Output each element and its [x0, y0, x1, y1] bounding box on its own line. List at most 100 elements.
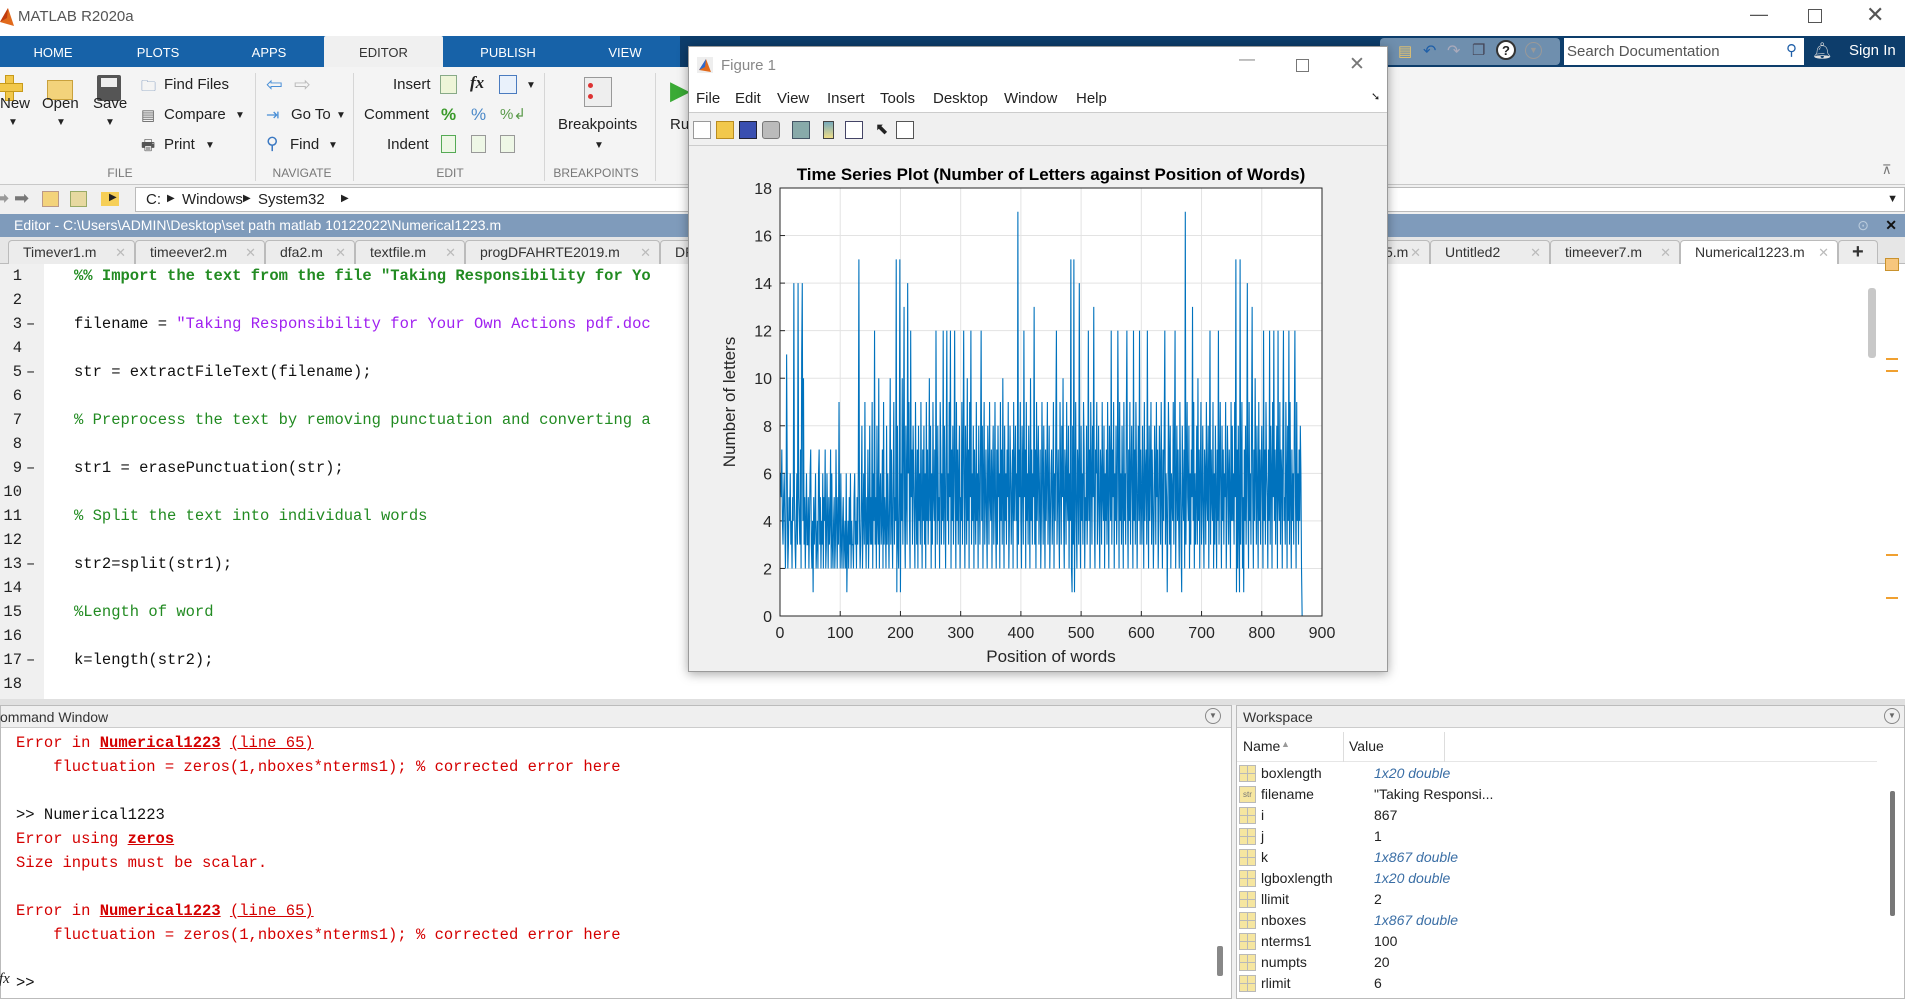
close-tab-icon[interactable]: ✕ — [445, 241, 456, 264]
breakpoints-button[interactable]: Breakpoints — [558, 116, 637, 133]
close-tab-icon[interactable]: ✕ — [1410, 241, 1421, 264]
find-files-button[interactable]: Find Files — [164, 76, 229, 93]
forward-icon[interactable]: ➡ — [14, 188, 29, 209]
menu-file[interactable]: File — [696, 90, 720, 107]
minimize-button[interactable]: — — [1750, 4, 1768, 25]
undo-icon[interactable]: ↶ — [1423, 41, 1436, 61]
path-segment-windows[interactable]: Windows — [182, 191, 243, 208]
save-figure-icon[interactable] — [739, 121, 757, 139]
tab-editor[interactable]: EDITOR — [324, 36, 443, 67]
workspace-variable-row[interactable]: nterms1 100 — [1237, 931, 1837, 952]
breakpoints-icon[interactable] — [584, 77, 612, 107]
up-folder-icon[interactable] — [42, 191, 59, 207]
insert-function-icon[interactable]: fx — [470, 73, 484, 93]
run-button[interactable]: Ru — [670, 116, 689, 133]
compare-dropdown[interactable]: ▼ — [235, 110, 245, 121]
menu-help[interactable]: Help — [1076, 90, 1107, 107]
editor-tab[interactable]: progDFAHRTE2019.m ✕ — [465, 240, 660, 264]
find-dropdown[interactable]: ▼ — [328, 140, 338, 151]
close-tab-icon[interactable]: ✕ — [1530, 241, 1541, 264]
help-icon[interactable]: ? — [1496, 40, 1516, 60]
figure-maximize-button[interactable] — [1296, 59, 1309, 72]
workspace-variable-row[interactable]: k 1x867 double — [1237, 847, 1837, 868]
error-link[interactable]: Numerical1223 — [100, 734, 221, 752]
tab-plots[interactable]: PLOTS — [115, 36, 201, 67]
comment-icon[interactable]: % — [441, 105, 456, 125]
insert-fi-icon[interactable] — [499, 75, 517, 94]
back-arrow-icon[interactable]: ⇦ — [266, 72, 283, 97]
function-browser-icon[interactable]: fx — [0, 971, 10, 988]
close-tab-icon[interactable]: ✕ — [245, 241, 256, 264]
go-to-button[interactable]: Go To — [291, 106, 331, 123]
wrap-comments-icon[interactable]: %↲ — [500, 105, 526, 123]
new-dropdown[interactable]: ▼ — [8, 117, 18, 128]
editor-tab[interactable]: dfa2.m ✕ — [265, 240, 355, 264]
editor-tab[interactable]: textfile.m ✕ — [355, 240, 465, 264]
workspace-variable-row[interactable]: numpts 20 — [1237, 952, 1837, 973]
error-link[interactable]: Numerical1223 — [100, 902, 221, 920]
switch-windows-icon[interactable]: ❐ — [1472, 41, 1485, 59]
tab-home[interactable]: HOME — [10, 36, 96, 67]
open-button[interactable]: Open — [42, 95, 79, 112]
browse-folder-icon[interactable] — [70, 191, 87, 207]
search-documentation-input[interactable]: Search Documentation ⚲ — [1564, 38, 1804, 65]
save-button[interactable]: Save — [93, 95, 127, 112]
menu-window[interactable]: Window — [1004, 90, 1057, 107]
print-dropdown[interactable]: ▼ — [205, 140, 215, 151]
close-editor-icon[interactable]: ✕ — [1885, 214, 1897, 237]
executable-line-marker[interactable]: – — [26, 312, 35, 336]
insert-legend-icon[interactable] — [845, 121, 863, 139]
open-dropdown[interactable]: ▼ — [56, 117, 66, 128]
search-icon[interactable]: ⚲ — [1786, 41, 1797, 59]
insert-section-icon[interactable] — [440, 75, 457, 94]
workspace-variable-row[interactable]: rlimit 6 — [1237, 973, 1837, 994]
executable-line-marker[interactable]: – — [26, 552, 35, 576]
find-button[interactable]: Find — [290, 136, 319, 153]
uncomment-icon[interactable]: % — [471, 105, 486, 125]
comment-button[interactable]: Comment — [364, 106, 429, 123]
close-tab-icon[interactable]: ✕ — [1660, 241, 1671, 264]
tab-apps[interactable]: APPS — [226, 36, 312, 67]
insert-button[interactable]: Insert — [393, 76, 431, 93]
workspace-variable-row[interactable]: boxlength 1x20 double — [1237, 763, 1837, 784]
workspace-variable-row[interactable]: j1 — [1237, 826, 1837, 847]
property-inspector-icon[interactable] — [896, 121, 914, 139]
smart-indent-icon[interactable] — [441, 135, 456, 153]
menu-view[interactable]: View — [777, 90, 809, 107]
decrease-indent-icon[interactable] — [500, 135, 515, 153]
paste-icon[interactable]: ▤ — [1398, 42, 1412, 60]
path-segment-drive[interactable]: C: — [146, 191, 161, 208]
print-button[interactable]: Print — [164, 136, 195, 153]
sign-in-link[interactable]: Sign In — [1849, 42, 1896, 59]
close-tab-icon[interactable]: ✕ — [640, 241, 651, 264]
executable-line-marker[interactable]: – — [26, 648, 35, 672]
close-button[interactable]: ✕ — [1866, 2, 1884, 28]
close-tab-icon[interactable]: ✕ — [1818, 241, 1829, 264]
code-line[interactable]: 18 — [0, 672, 1905, 696]
dock-figure-icon[interactable]: ➘ — [1371, 90, 1380, 103]
tab-publish[interactable]: PUBLISH — [460, 36, 556, 67]
command-window-scrollbar[interactable] — [1217, 946, 1223, 976]
new-button[interactable]: New — [0, 95, 30, 112]
workspace-variable-row[interactable]: str filename "Taking Responsi... — [1237, 784, 1837, 805]
executable-line-marker[interactable]: – — [26, 360, 35, 384]
editor-tab[interactable]: timeever7.m ✕ — [1550, 240, 1680, 264]
link-plot-icon[interactable] — [792, 121, 810, 139]
back-icon[interactable]: ➡ — [0, 188, 9, 209]
workspace-variable-row[interactable]: lgboxlength 1x20 double — [1237, 868, 1837, 889]
editor-tab[interactable]: Untitled2 ✕ — [1430, 240, 1550, 264]
compare-button[interactable]: Compare — [164, 106, 226, 123]
print-figure-icon[interactable] — [762, 121, 780, 139]
edit-plot-pointer-icon[interactable]: ⬉ — [875, 119, 888, 139]
editor-tab[interactable]: Timever1.m ✕ — [8, 240, 135, 264]
go-to-dropdown[interactable]: ▼ — [336, 110, 346, 121]
figure-minimize-button[interactable]: — — [1239, 51, 1255, 69]
menu-insert[interactable]: Insert — [827, 90, 865, 107]
time-series-chart[interactable]: 0 100 200 300 400 500 600 700 800 900 0 2 4 6 8 10 12 14 1… — [689, 147, 1387, 671]
forward-arrow-icon[interactable]: ⇨ — [294, 72, 311, 97]
figure-close-button[interactable]: ✕ — [1349, 53, 1365, 76]
executable-line-marker[interactable]: – — [26, 456, 35, 480]
save-dropdown[interactable]: ▼ — [105, 117, 115, 128]
workspace-variable-row[interactable]: nboxes 1x867 double — [1237, 910, 1837, 931]
column-header-name[interactable]: Name — [1243, 738, 1280, 754]
